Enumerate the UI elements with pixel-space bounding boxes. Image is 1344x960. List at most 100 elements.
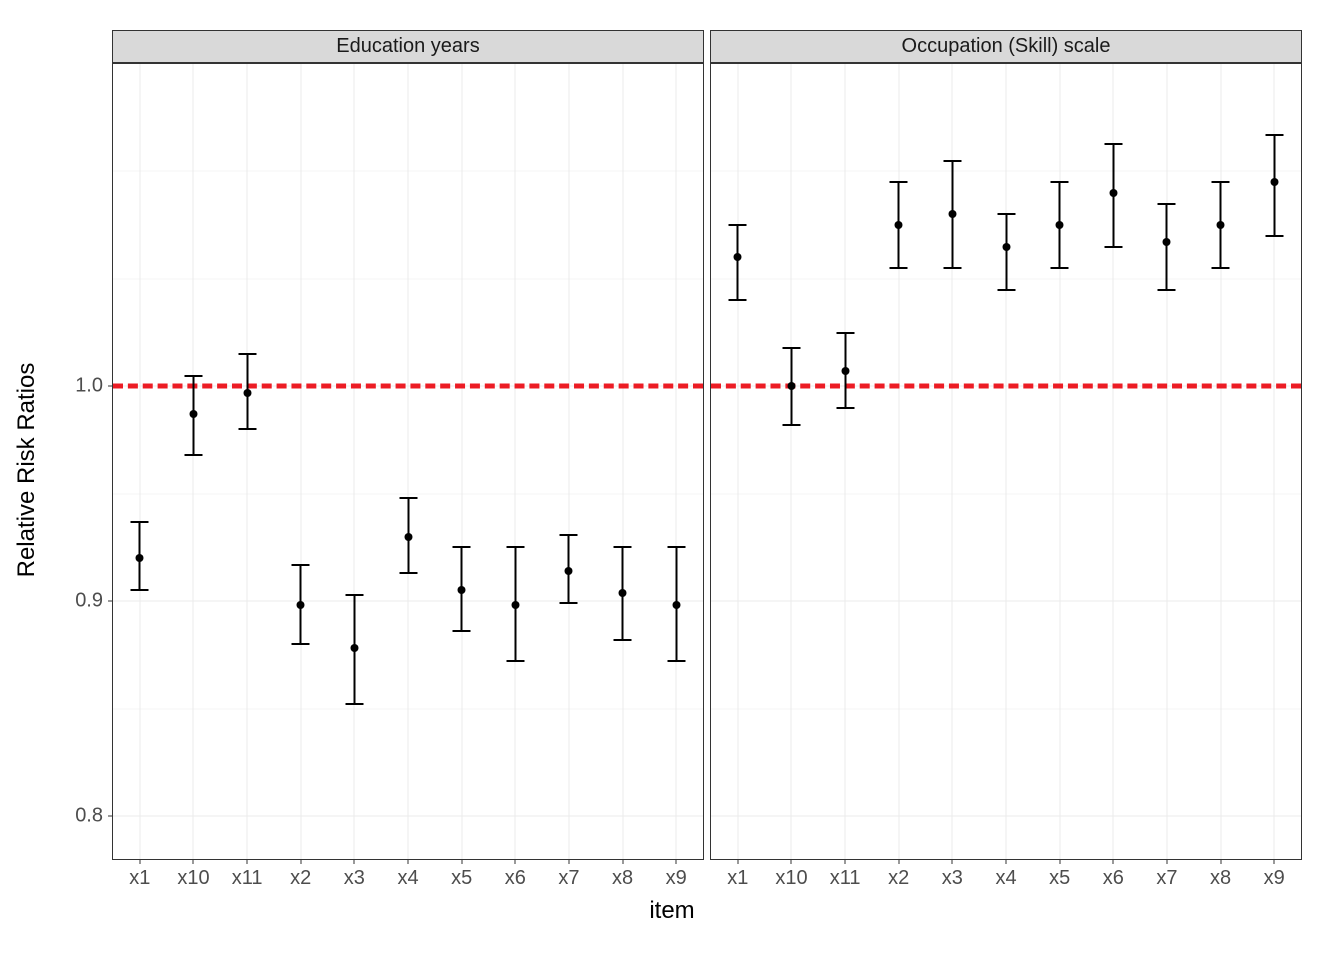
facet-panel: Occupation (Skill) scalex1x10x11x2x3x4x5… — [710, 30, 1302, 860]
point-marker — [511, 601, 519, 609]
error-cap-top — [184, 375, 202, 377]
data-point — [354, 64, 355, 859]
error-cap-bottom — [1212, 267, 1230, 269]
x-tick-label: x2 — [290, 867, 311, 890]
x-tick-label: x7 — [558, 867, 579, 890]
data-point — [247, 64, 248, 859]
data-point — [898, 64, 899, 859]
point-marker — [787, 382, 795, 390]
error-cap-bottom — [131, 589, 149, 591]
x-tick-label: x11 — [232, 867, 263, 890]
x-tick-label: x9 — [1264, 867, 1285, 890]
data-point — [952, 64, 953, 859]
facet-panels: Education years0.80.91.0x1x10x11x2x3x4x5… — [112, 30, 1302, 860]
x-tick-label: x7 — [1156, 867, 1177, 890]
point-marker — [734, 253, 742, 261]
error-cap-bottom — [729, 299, 747, 301]
x-tick-label: x1 — [129, 867, 150, 890]
error-cap-bottom — [238, 428, 256, 430]
point-marker — [565, 567, 573, 575]
error-cap-bottom — [560, 602, 578, 604]
data-point — [408, 64, 409, 859]
error-cap-bottom — [1104, 246, 1122, 248]
x-tick-label: x11 — [830, 867, 861, 890]
error-cap-top — [667, 546, 685, 548]
error-cap-top — [1104, 143, 1122, 145]
y-tick-label: 0.9 — [75, 590, 103, 613]
x-tick-label: x10 — [177, 867, 209, 890]
error-cap-bottom — [1051, 267, 1069, 269]
y-axis-title: Relative Risk Ratios — [13, 363, 41, 578]
data-point — [461, 64, 462, 859]
data-point — [1274, 64, 1275, 859]
point-marker — [404, 533, 412, 541]
point-marker — [1217, 221, 1225, 229]
point-marker — [297, 601, 305, 609]
data-point — [622, 64, 623, 859]
data-point — [845, 64, 846, 859]
point-marker — [1109, 189, 1117, 197]
point-marker — [1056, 221, 1064, 229]
error-cap-top — [782, 347, 800, 349]
x-tick-label: x6 — [1103, 867, 1124, 890]
data-point — [515, 64, 516, 859]
data-point — [791, 64, 792, 859]
chart-container: Relative Risk Ratios item Education year… — [32, 20, 1312, 920]
data-point — [1220, 64, 1221, 859]
error-bar — [737, 225, 739, 300]
plot-area: 0.80.91.0x1x10x11x2x3x4x5x6x7x8x9 — [112, 63, 704, 860]
point-marker — [1270, 178, 1278, 186]
data-point — [568, 64, 569, 859]
data-point — [193, 64, 194, 859]
error-cap-bottom — [614, 639, 632, 641]
x-tick-label: x6 — [505, 867, 526, 890]
error-cap-bottom — [943, 267, 961, 269]
data-point — [139, 64, 140, 859]
error-cap-top — [1265, 134, 1283, 136]
point-marker — [895, 221, 903, 229]
point-marker — [672, 601, 680, 609]
error-bar — [1005, 214, 1007, 289]
error-cap-top — [614, 546, 632, 548]
point-marker — [136, 554, 144, 562]
point-marker — [841, 367, 849, 375]
point-marker — [1002, 243, 1010, 251]
error-cap-top — [345, 594, 363, 596]
point-marker — [948, 210, 956, 218]
error-cap-bottom — [667, 660, 685, 662]
y-tick-label: 0.8 — [75, 805, 103, 828]
error-cap-bottom — [184, 454, 202, 456]
error-bar — [1166, 204, 1168, 290]
error-cap-top — [292, 564, 310, 566]
point-marker — [1163, 238, 1171, 246]
data-point — [676, 64, 677, 859]
x-tick-label: x8 — [612, 867, 633, 890]
error-cap-bottom — [345, 703, 363, 705]
x-tick-label: x9 — [666, 867, 687, 890]
error-cap-bottom — [782, 424, 800, 426]
error-cap-bottom — [399, 572, 417, 574]
facet-strip-label: Occupation (Skill) scale — [710, 30, 1302, 63]
error-cap-top — [453, 546, 471, 548]
error-cap-bottom — [997, 289, 1015, 291]
error-cap-bottom — [1265, 235, 1283, 237]
point-marker — [189, 410, 197, 418]
point-marker — [243, 389, 251, 397]
plot-area: x1x10x11x2x3x4x5x6x7x8x9 — [710, 63, 1302, 860]
data-point — [1006, 64, 1007, 859]
x-tick-label: x3 — [344, 867, 365, 890]
point-marker — [350, 644, 358, 652]
error-cap-top — [836, 332, 854, 334]
error-cap-top — [560, 534, 578, 536]
error-cap-top — [1158, 203, 1176, 205]
data-point — [737, 64, 738, 859]
error-cap-bottom — [453, 630, 471, 632]
error-cap-bottom — [506, 660, 524, 662]
data-point — [1059, 64, 1060, 859]
x-axis-title: item — [649, 897, 694, 925]
x-tick-label: x4 — [995, 867, 1016, 890]
x-tick-label: x5 — [1049, 867, 1070, 890]
error-cap-top — [131, 521, 149, 523]
x-tick-label: x8 — [1210, 867, 1231, 890]
x-tick-label: x4 — [397, 867, 418, 890]
